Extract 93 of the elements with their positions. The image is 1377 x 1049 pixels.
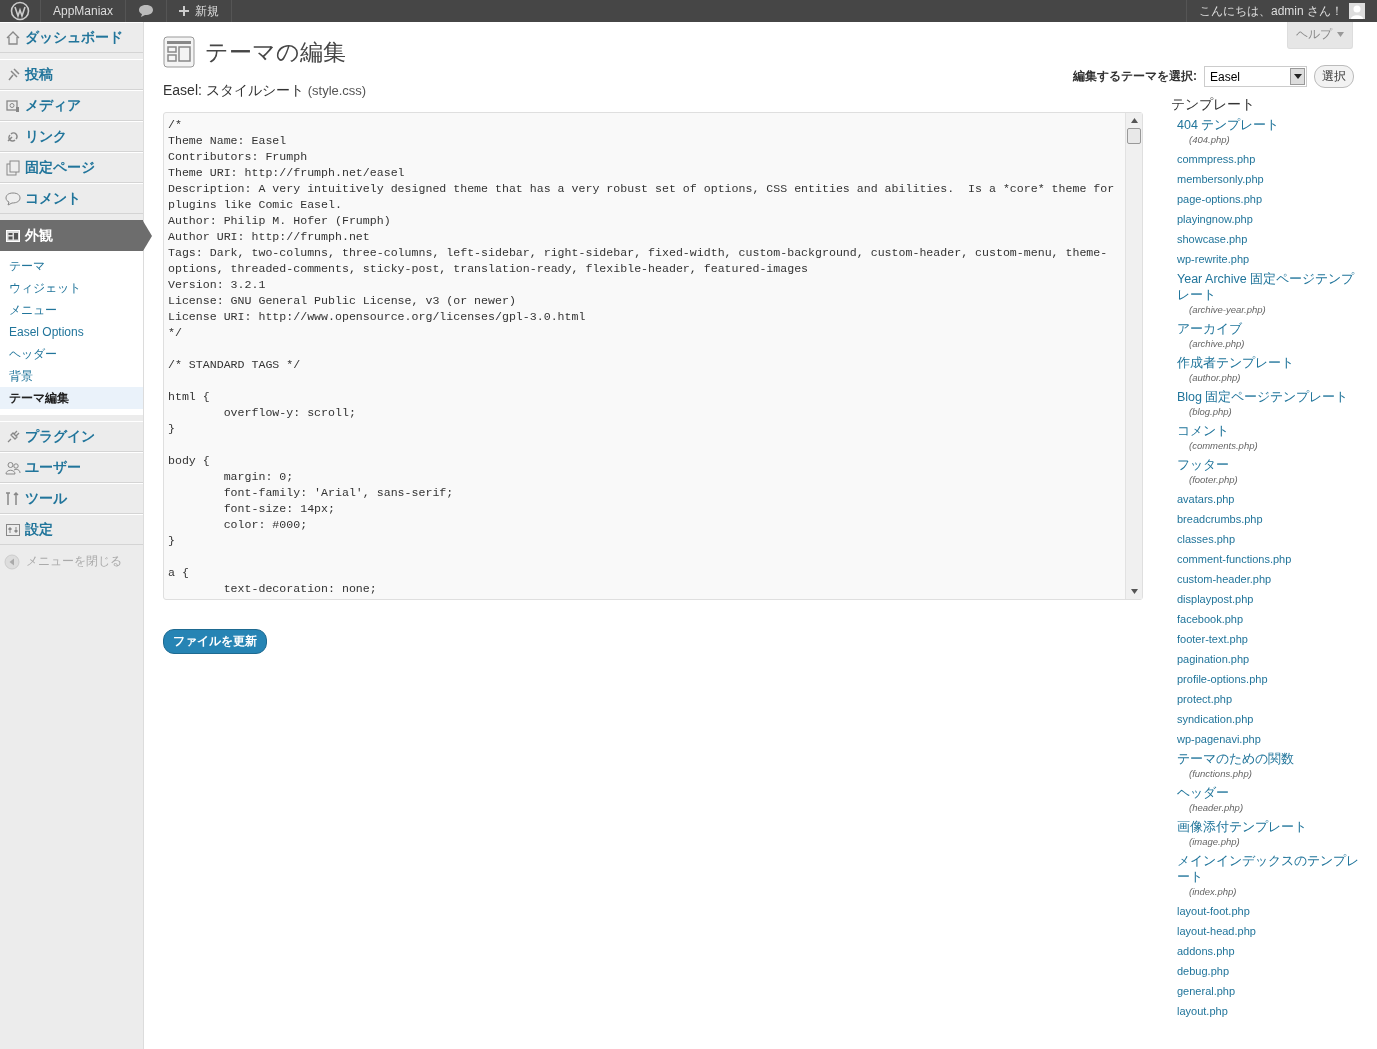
- plus-icon[interactable]: [179, 6, 190, 16]
- template-link[interactable]: profile-options.php: [1177, 671, 1361, 687]
- template-link[interactable]: avatars.php: [1177, 491, 1361, 507]
- submenu-item[interactable]: テーマ編集: [0, 387, 143, 409]
- template-link[interactable]: facebook.php: [1177, 611, 1361, 627]
- template-link[interactable]: playingnow.php: [1177, 211, 1361, 227]
- menu-item[interactable]: 固定ページ: [0, 152, 143, 183]
- template-filename: (blog.php): [1188, 405, 1233, 419]
- help-tab[interactable]: ヘルプ: [1286, 22, 1353, 49]
- template-filename: (footer.php): [1188, 473, 1239, 487]
- template-link[interactable]: pagination.php: [1177, 651, 1361, 667]
- sliders-icon: [5, 521, 21, 538]
- template-link[interactable]: comment-functions.php: [1177, 551, 1361, 567]
- site-link[interactable]: AppManiax: [41, 0, 127, 22]
- media-icon: [5, 97, 21, 114]
- template-link[interactable]: syndication.php: [1177, 711, 1361, 727]
- scroll-down-icon[interactable]: [1130, 589, 1138, 594]
- template-link[interactable]: general.php: [1177, 983, 1361, 999]
- template-link[interactable]: コメント: [1177, 423, 1361, 439]
- template-filename: (404.php): [1188, 133, 1231, 147]
- template-link[interactable]: custom-header.php: [1177, 571, 1361, 587]
- template-link[interactable]: Blog 固定ページテンプレート: [1177, 389, 1361, 405]
- submenu-item[interactable]: 背景: [0, 365, 143, 387]
- template-link[interactable]: Year Archive 固定ページテンプレート: [1177, 271, 1361, 303]
- template-filename: (archive.php): [1188, 337, 1246, 351]
- template-link[interactable]: フッター: [1177, 457, 1361, 473]
- page-title: テーマの編集: [205, 37, 346, 67]
- template-link[interactable]: テーマのための関数: [1177, 751, 1361, 767]
- template-link[interactable]: footer-text.php: [1177, 631, 1361, 647]
- template-filename: (comments.php): [1188, 439, 1259, 453]
- submenu-item[interactable]: ウィジェット: [0, 277, 143, 299]
- submenu-item[interactable]: テーマ: [0, 255, 143, 277]
- scroll-up-icon[interactable]: [1130, 118, 1138, 123]
- template-link[interactable]: page-options.php: [1177, 191, 1361, 207]
- template-link[interactable]: layout-head.php: [1177, 923, 1361, 939]
- template-link[interactable]: メインインデックスのテンプレート: [1177, 853, 1361, 885]
- menu-item[interactable]: ツール: [0, 483, 143, 514]
- submenu-item[interactable]: Easel Options: [0, 321, 143, 343]
- menu-item[interactable]: ユーザー: [0, 452, 143, 483]
- dropdown-caret-icon[interactable]: [1293, 74, 1302, 79]
- template-link[interactable]: ヘッダー: [1177, 785, 1361, 801]
- template-link[interactable]: debug.php: [1177, 963, 1361, 979]
- menu-item[interactable]: 外観: [0, 220, 143, 251]
- layout-icon: [163, 36, 195, 68]
- menu-item[interactable]: ダッシュボード: [0, 22, 143, 53]
- template-link[interactable]: commpress.php: [1177, 151, 1361, 167]
- template-link[interactable]: 作成者テンプレート: [1177, 355, 1361, 371]
- people-icon: [5, 459, 21, 476]
- file-heading: Easel: スタイルシート (style.css): [163, 82, 368, 100]
- menu-item[interactable]: プラグイン: [0, 421, 143, 452]
- template-link[interactable]: classes.php: [1177, 531, 1361, 547]
- theme-select-label: 編集するテーマを選択:: [1073, 68, 1197, 85]
- template-link[interactable]: wp-rewrite.php: [1177, 251, 1361, 267]
- menu-item[interactable]: 投稿: [0, 59, 143, 90]
- theme-select[interactable]: Easel: [1204, 66, 1307, 87]
- plug-icon: [5, 428, 21, 445]
- template-link[interactable]: 画像添付テンプレート: [1177, 819, 1361, 835]
- house-icon: [5, 29, 21, 46]
- template-filename: (image.php): [1188, 835, 1241, 849]
- template-filename: (index.php): [1188, 885, 1238, 899]
- template-link[interactable]: membersonly.php: [1177, 171, 1361, 187]
- pages-icon: [5, 159, 21, 176]
- update-file-button[interactable]: ファイルを更新: [163, 629, 267, 654]
- menu-item[interactable]: 設定: [0, 514, 143, 545]
- menu-item[interactable]: コメント: [0, 183, 143, 214]
- pin-icon: [5, 66, 21, 83]
- scrollbar[interactable]: [1125, 113, 1142, 599]
- layout-icon: [5, 227, 21, 244]
- scroll-thumb[interactable]: [1127, 128, 1141, 144]
- template-filename: (functions.php): [1188, 767, 1253, 781]
- template-link[interactable]: layout-foot.php: [1177, 903, 1361, 919]
- code-editor[interactable]: /* Theme Name: Easel Contributors: Frumph Theme URI: http://frumph.net/easel Description: A very intuitively designed theme that has a very robust set of options, CSS entities and abilities. Is a *core* theme for plugins like Comic Easel. Author: Philip M. Hofer (Frumph) Author URI: http://frumph.net Tags: Dark, two-columns, three-columns, left-sidebar, right-sidebar, fixed-width, custom-background, custom-header, custom-menu, theme- options, threaded-comments, sticky-post, translation-ready, flexible-header, featured-images Version: 3.2.1 License: GNU General Public License, v3 (or newer) License URI: http://www.opensource.org/licenses/gpl-3.0.html */ /* STANDARD TAGS */ html { overflow-y: scroll; } body { margin: 0; font-family: 'Arial', sans-serif; font-size: 14px; color: #000; } a { text-decoration: none;: [163, 112, 1143, 600]
- template-link[interactable]: wp-pagenavi.php: [1177, 731, 1361, 747]
- new-link[interactable]: 新規: [167, 0, 233, 22]
- templates-heading: テンプレート: [1171, 96, 1256, 114]
- template-link[interactable]: protect.php: [1177, 691, 1361, 707]
- template-link[interactable]: addons.php: [1177, 943, 1361, 959]
- template-link[interactable]: アーカイブ: [1177, 321, 1361, 337]
- menu-item[interactable]: リンク: [0, 121, 143, 152]
- template-link[interactable]: showcase.php: [1177, 231, 1361, 247]
- template-filename: (archive-year.php): [1188, 303, 1267, 317]
- template-link[interactable]: displaypost.php: [1177, 591, 1361, 607]
- template-link[interactable]: 404 テンプレート: [1177, 117, 1361, 133]
- template-link[interactable]: layout.php: [1177, 1003, 1361, 1019]
- select-button[interactable]: 選択: [1314, 65, 1354, 88]
- template-link[interactable]: breadcrumbs.php: [1177, 511, 1361, 527]
- speech-bubble-icon: [5, 190, 21, 207]
- submenu-item[interactable]: ヘッダー: [0, 343, 143, 365]
- tools-icon: [5, 490, 21, 507]
- template-filename: (author.php): [1188, 371, 1242, 385]
- template-filename: (header.php): [1188, 801, 1245, 815]
- submenu-item[interactable]: メニュー: [0, 299, 143, 321]
- menu-item[interactable]: メディア: [0, 90, 143, 121]
